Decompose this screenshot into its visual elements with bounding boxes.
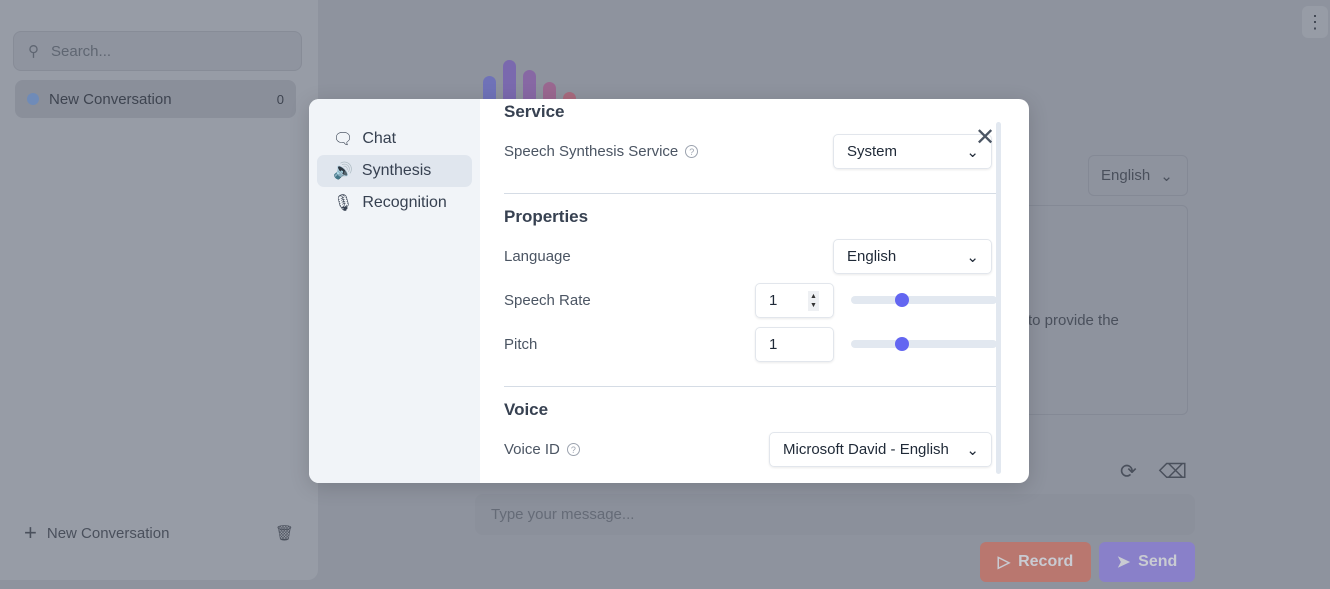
input-value: 1: [769, 292, 778, 309]
response-text: to provide the: [1028, 312, 1119, 329]
message-placeholder: Type your message...: [491, 506, 635, 523]
nav-label: Chat: [362, 130, 397, 147]
play-circle-icon: ▷: [997, 554, 1011, 571]
spinner-icon[interactable]: ▲ ▼: [808, 291, 819, 311]
help-icon[interactable]: ?: [685, 145, 699, 158]
speech-rate-label: Speech Rate: [504, 292, 591, 309]
new-conversation-button[interactable]: + New Conversation 🗑: [24, 520, 294, 546]
voice-label: Voice ID?: [504, 441, 580, 458]
nav-item-recognition[interactable]: 🎙 Recognition: [317, 187, 472, 219]
conversation-item[interactable]: New Conversation 0: [15, 80, 296, 118]
chevron-down-icon: ⌄: [966, 441, 979, 459]
speech-rate-slider[interactable]: [851, 293, 997, 307]
language-select[interactable]: English ⌄: [1088, 155, 1188, 196]
response-card: [1010, 205, 1188, 415]
pitch-slider[interactable]: [851, 337, 997, 351]
trash-icon[interactable]: 🗑: [275, 524, 294, 542]
close-icon[interactable]: ✕: [975, 126, 995, 150]
status-dot: [27, 93, 39, 105]
refresh-icon[interactable]: ⟳: [1120, 459, 1137, 484]
sidebar: ⚲ Search... New Conversation 0 + New Conver…: [0, 0, 318, 580]
service-select[interactable]: System ⌄: [833, 134, 992, 169]
speech-rate-input[interactable]: 1 ▲ ▼: [755, 283, 834, 318]
scrollbar[interactable]: [996, 122, 1001, 474]
voice-select[interactable]: Microsoft David - English ⌄: [769, 432, 992, 467]
select-value: System: [847, 143, 898, 160]
record-button[interactable]: ▷ Record: [980, 542, 1091, 582]
label-text: Speech Synthesis Service: [504, 143, 679, 160]
clear-icon[interactable]: ⌫: [1159, 459, 1187, 484]
divider: [504, 386, 997, 387]
settings-nav: 🗨 Chat 🔊 Synthesis 🎙 Recognition: [309, 99, 480, 483]
conversation-title: New Conversation: [49, 90, 172, 108]
service-heading: Service: [504, 102, 565, 121]
message-input[interactable]: Type your message...: [475, 494, 1195, 535]
language-label: Language: [504, 248, 571, 265]
speaker-icon: 🔊: [333, 163, 353, 180]
pitch-input[interactable]: 1: [755, 327, 834, 362]
nav-label: Synthesis: [361, 162, 432, 179]
search-placeholder: Search...: [51, 42, 112, 60]
nav-item-chat[interactable]: 🗨 Chat: [317, 123, 472, 155]
language-select[interactable]: English ⌄: [833, 239, 992, 274]
voice-heading: Voice: [504, 400, 549, 419]
chat-bubble-icon: 🗨: [333, 131, 354, 148]
record-label: Record: [1018, 553, 1074, 570]
properties-heading: Properties: [504, 207, 589, 226]
select-value: Microsoft David - English: [783, 441, 949, 458]
microphone-icon: 🎙: [333, 195, 354, 212]
language-value: English: [1101, 167, 1151, 184]
send-icon: ➤: [1116, 554, 1131, 571]
plus-icon: +: [24, 520, 37, 545]
chevron-down-icon: ⌄: [966, 248, 979, 266]
new-conversation-label: New Conversation: [46, 524, 170, 542]
pitch-label: Pitch: [504, 336, 538, 353]
settings-modal: 🗨 Chat 🔊 Synthesis 🎙 Recognition Service Sp…: [309, 99, 1029, 483]
divider: [504, 193, 997, 194]
nav-item-synthesis[interactable]: 🔊 Synthesis: [317, 155, 472, 187]
logo: [483, 60, 576, 100]
chevron-down-icon: ⌄: [1160, 167, 1173, 185]
slider-thumb[interactable]: [895, 293, 910, 307]
nav-label: Recognition: [362, 194, 447, 211]
send-label: Send: [1138, 553, 1178, 570]
conversation-count: 0: [276, 91, 284, 107]
select-value: English: [847, 248, 897, 265]
help-icon[interactable]: ?: [566, 443, 580, 456]
service-label: Speech Synthesis Service?: [504, 143, 699, 160]
input-value: 1: [769, 336, 778, 353]
slider-thumb[interactable]: [895, 337, 910, 351]
send-button[interactable]: ➤ Send: [1099, 542, 1195, 582]
label-text: Voice ID: [504, 441, 560, 458]
search-icon: ⚲: [28, 43, 39, 60]
search-input[interactable]: ⚲ Search...: [13, 31, 302, 71]
more-options-icon[interactable]: ⋮: [1302, 6, 1328, 38]
